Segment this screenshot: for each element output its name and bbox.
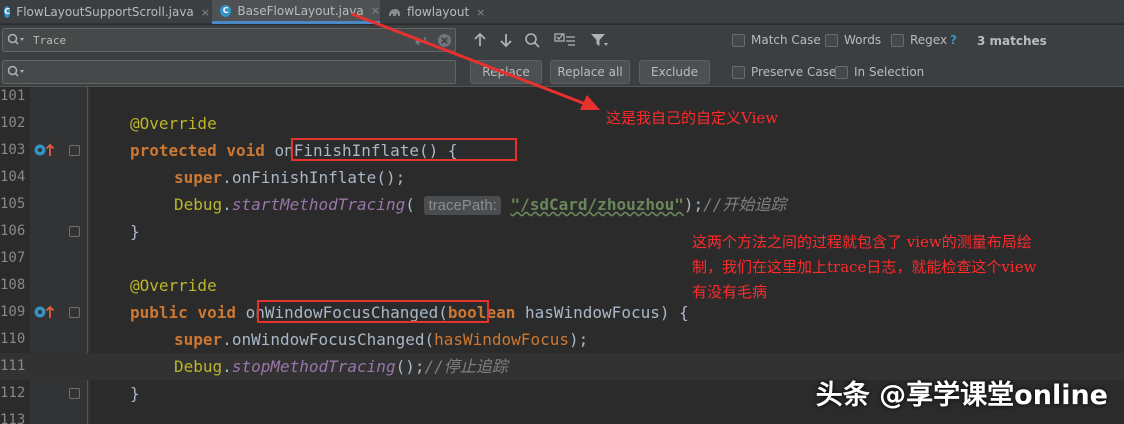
process-annotation-line-2: 制，我们在这里加上trace日志，就能检查这个view (692, 258, 1037, 276)
process-annotation-line-3: 有没有毛病 (692, 283, 768, 301)
process-annotation-line-1: 这两个方法之间的过程就包含了 view的测量布局绘 (692, 233, 1032, 251)
annotation-arrow (351, 12, 600, 110)
arrow-annotation: 这是我自己的自定义View (606, 109, 779, 127)
watermark: 头条 @享学课堂online (815, 380, 1108, 411)
